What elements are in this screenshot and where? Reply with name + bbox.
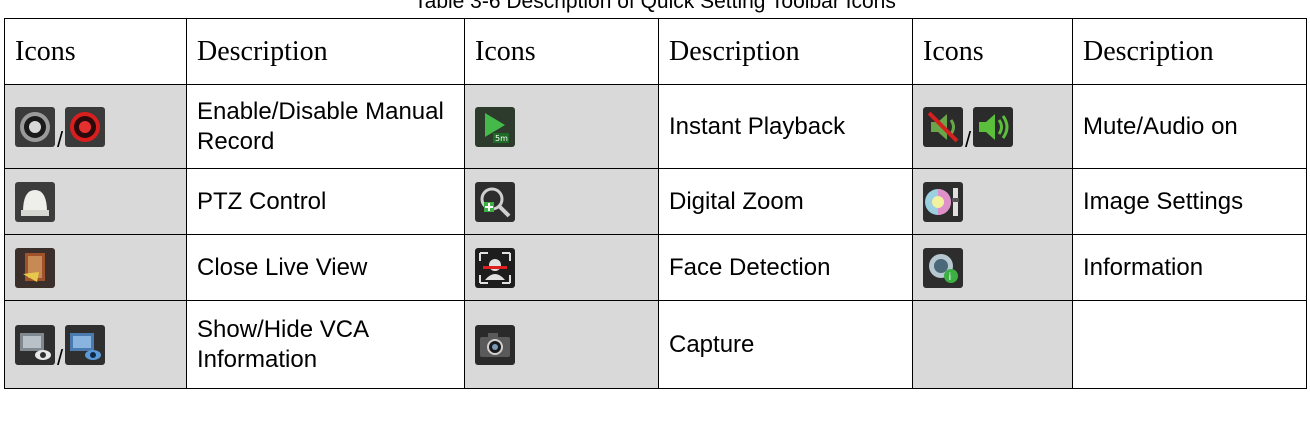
svg-text:i: i: [949, 272, 952, 283]
header-icons-1: Icons: [4, 18, 187, 85]
record-on-icon: [65, 106, 106, 147]
image-settings-icon: [923, 181, 963, 222]
icon-cell: 5m: [464, 84, 659, 169]
icon-separator: /: [57, 344, 64, 370]
capture-icon: [475, 324, 515, 365]
header-icons-2: Icons: [464, 18, 659, 85]
description-cell: Information: [1072, 234, 1307, 301]
empty-description-cell: [1072, 300, 1307, 389]
icon-cell: i: [912, 234, 1073, 301]
description-cell: Mute/Audio on: [1072, 84, 1307, 169]
record-off-icon: [15, 106, 55, 147]
description-cell: Digital Zoom: [658, 168, 913, 235]
table-row: / Show/Hide VCA Information Capture: [4, 300, 1307, 389]
header-icons-3: Icons: [912, 18, 1073, 85]
instant-playback-icon: 5m: [475, 106, 515, 147]
table-row: Close Live View Face Detection i Informa…: [4, 234, 1307, 301]
description-cell: Capture: [658, 300, 913, 389]
face-detection-icon: [475, 247, 515, 288]
icon-cell: /: [4, 84, 187, 169]
audio-on-icon: [973, 106, 1014, 147]
vca-hide-icon: [65, 324, 106, 365]
icon-cell: [912, 168, 1073, 235]
table-caption: Table 3-6 Description of Quick Setting T…: [414, 0, 896, 13]
description-cell: Show/Hide VCA Information: [186, 300, 465, 389]
close-live-view-icon: [15, 247, 55, 288]
description-cell: PTZ Control: [186, 168, 465, 235]
description-cell: Instant Playback: [658, 84, 913, 169]
description-cell: Face Detection: [658, 234, 913, 301]
icon-cell: [464, 234, 659, 301]
vca-show-icon: [15, 324, 55, 365]
icon-cell: [4, 168, 187, 235]
ptz-dome-icon: [15, 181, 55, 222]
table-row: PTZ Control Digital Zoom Image Settings: [4, 168, 1307, 235]
description-cell: Enable/Disable Manual Record: [186, 84, 465, 169]
digital-zoom-icon: [475, 181, 515, 222]
mute-icon: [923, 106, 963, 147]
header-description-1: Description: [186, 18, 465, 85]
description-cell: Image Settings: [1072, 168, 1307, 235]
icon-cell: [4, 234, 187, 301]
svg-text:5m: 5m: [495, 134, 508, 143]
header-description-3: Description: [1072, 18, 1307, 85]
icon-cell: [464, 300, 659, 389]
icon-cell: /: [912, 84, 1073, 169]
icon-description-table: Icons Description Icons Description Icon…: [4, 18, 1307, 389]
information-icon: i: [923, 247, 963, 288]
icon-separator: /: [965, 126, 972, 152]
header-row: Icons Description Icons Description Icon…: [4, 18, 1307, 85]
header-description-2: Description: [658, 18, 913, 85]
icon-cell: [464, 168, 659, 235]
icon-separator: /: [57, 126, 64, 152]
empty-icon-cell: [912, 300, 1073, 389]
description-cell: Close Live View: [186, 234, 465, 301]
table-row: / Enable/Disable Manual Record 5m Instan…: [4, 84, 1307, 169]
icon-cell: /: [4, 300, 187, 389]
